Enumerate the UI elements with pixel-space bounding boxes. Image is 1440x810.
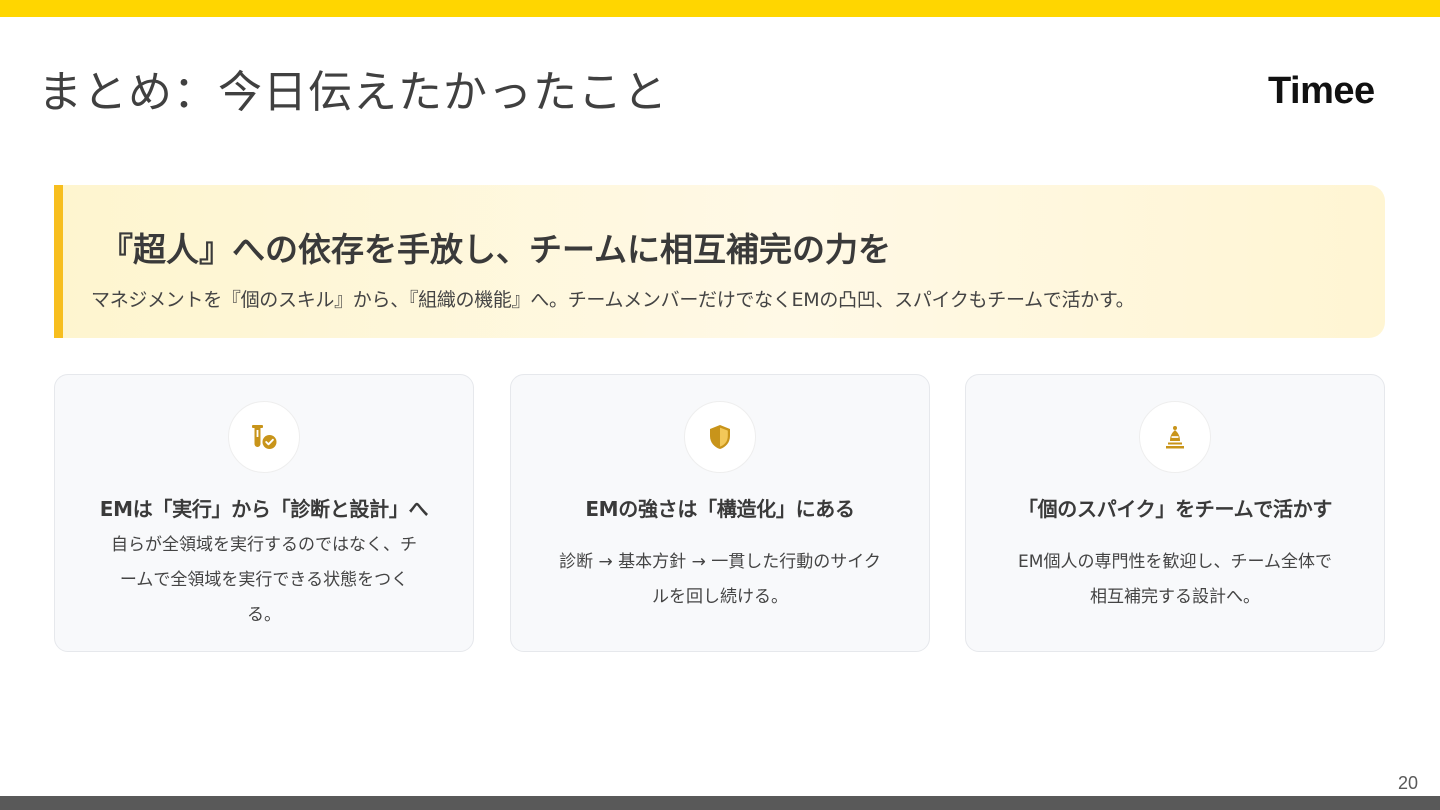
page-title: まとめ：今日伝えたかったこと <box>38 67 668 118</box>
card-body: 診断 → 基本方針 → 一貫した行動のサイクルを回し続ける。 <box>559 552 881 607</box>
key-message-banner: 『超人』への依存を手放し、チームに相互補完の力を マネジメントを『個のスキル』か… <box>54 185 1385 338</box>
card-title: EMは「実行」から「診断と設計」へ <box>99 497 429 521</box>
key-message-subtitle: マネジメントを『個のスキル』から、『組織の機能』へ。チームメンバーだけでなくEM… <box>91 289 1135 311</box>
card-title: EMの強さは「構造化」にある <box>585 497 855 521</box>
key-message-title: 『超人』への依存を手放し、チームに相互補完の力を <box>100 230 892 269</box>
timee-logo: Timee <box>1268 70 1375 112</box>
summary-card-diagnosis-design: EMは「実行」から「診断と設計」へ 自らが全領域を実行するのではなく、チームで全… <box>54 374 474 652</box>
bottom-footer-bar <box>0 796 1440 810</box>
card-body: 自らが全領域を実行するのではなく、チームで全領域を実行できる状態をつくる。 <box>111 535 417 625</box>
summary-card-individual-spike: 「個のスパイク」をチームで活かす EM個人の専門性を歓迎し、チーム全体で相互補完… <box>965 374 1385 652</box>
shield-icon <box>684 401 756 473</box>
page-number: 20 <box>1397 773 1418 793</box>
chess-bishop-icon <box>1139 401 1211 473</box>
card-title: 「個のスパイク」をチームで活かす <box>1017 497 1333 521</box>
card-body: EM個人の専門性を歓迎し、チーム全体で相互補完する設計へ。 <box>1018 552 1332 607</box>
top-accent-bar <box>0 0 1440 17</box>
summary-card-structuring: EMの強さは「構造化」にある 診断 → 基本方針 → 一貫した行動のサイクルを回… <box>510 374 930 652</box>
flask-check-icon <box>228 401 300 473</box>
